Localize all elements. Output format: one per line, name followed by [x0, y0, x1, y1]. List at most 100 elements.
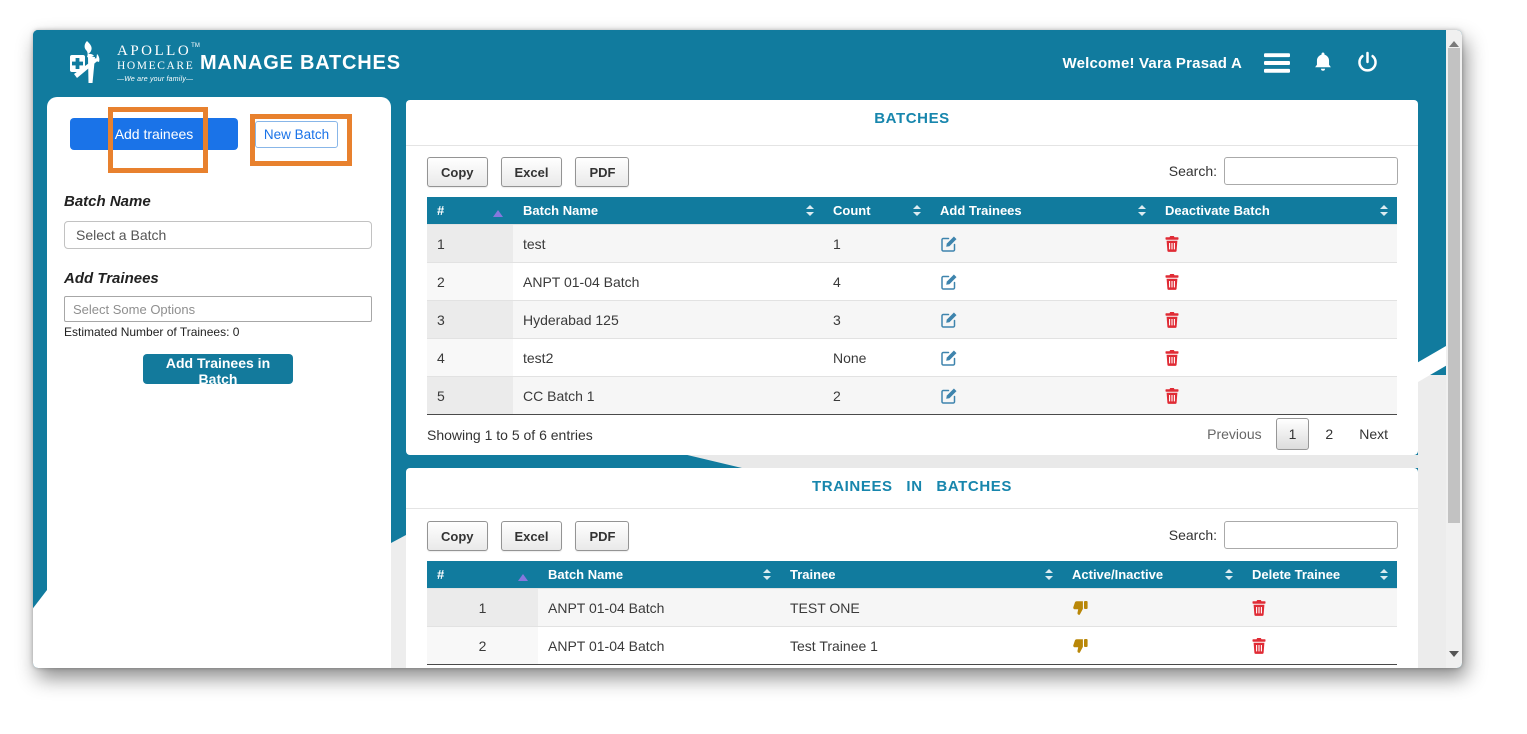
logo-text: APOLLOTM HOMECARE —We are your family— [117, 43, 200, 83]
trainees-input[interactable] [64, 296, 372, 322]
trash-icon[interactable] [1165, 388, 1179, 404]
trainees-title: TRAINEES IN BATCHES [406, 478, 1418, 495]
vertical-scrollbar[interactable] [1446, 30, 1462, 668]
scroll-up-arrow-icon[interactable] [1449, 36, 1459, 47]
divider [406, 508, 1418, 509]
table-row: 1test1 [427, 225, 1397, 263]
table-header-row: #Batch NameTraineeActive/InactiveDelete … [427, 561, 1397, 589]
batches-table-info: Showing 1 to 5 of 6 entries [427, 427, 593, 443]
cell-count: 4 [823, 263, 930, 301]
table-row: 1ANPT 01-04 BatchTEST ONE [427, 589, 1397, 627]
pagination-page-1[interactable]: 1 [1276, 418, 1310, 450]
copy-button[interactable]: Copy [427, 157, 488, 187]
column-header-deactivate-batch[interactable]: Deactivate Batch [1155, 197, 1397, 225]
new-batch-button[interactable]: New Batch [255, 121, 338, 148]
batches-pagination: Previous12Next [1197, 418, 1398, 450]
trash-icon[interactable] [1165, 274, 1179, 290]
thumbs-down-icon[interactable] [1072, 600, 1089, 616]
table-cell [1242, 627, 1397, 665]
bell-icon[interactable] [1312, 51, 1334, 75]
cell-batch-name: ANPT 01-04 Batch [513, 263, 823, 301]
pagination-page-2[interactable]: 2 [1313, 419, 1345, 449]
cell-count: None [823, 339, 930, 377]
batches-search-input[interactable] [1224, 157, 1398, 185]
thumbs-down-icon[interactable] [1072, 638, 1089, 654]
pagination-previous[interactable]: Previous [1197, 419, 1271, 449]
cell-batch-name: test [513, 225, 823, 263]
sort-icon [1380, 197, 1389, 224]
excel-button[interactable]: Excel [501, 157, 563, 187]
sort-icon [1045, 561, 1054, 588]
batch-select[interactable]: Select a Batch [64, 221, 372, 249]
sort-icon [1225, 561, 1234, 588]
column-header-active-inactive[interactable]: Active/Inactive [1062, 561, 1242, 589]
sort-ascending-icon [493, 205, 503, 217]
trainees-table: #Batch NameTraineeActive/InactiveDelete … [427, 561, 1397, 665]
cell-batch-name: test2 [513, 339, 823, 377]
excel-button[interactable]: Excel [501, 521, 563, 551]
column-header-count[interactable]: Count [823, 197, 930, 225]
edit-icon[interactable] [940, 349, 958, 367]
table-cell [930, 301, 1155, 339]
column-header-batch-name[interactable]: Batch Name [513, 197, 823, 225]
table-cell [930, 339, 1155, 377]
column-header-batch-name[interactable]: Batch Name [538, 561, 780, 589]
pagination-next[interactable]: Next [1349, 419, 1398, 449]
trash-icon[interactable] [1165, 312, 1179, 328]
column-header-delete-trainee[interactable]: Delete Trainee [1242, 561, 1397, 589]
background-left-wedge [33, 585, 47, 668]
welcome-text: Welcome! Vara Prasad A [1063, 55, 1243, 72]
screenshot-stage: APOLLOTM HOMECARE —We are your family— M… [0, 0, 1527, 734]
edit-icon[interactable] [940, 273, 958, 291]
edit-icon[interactable] [940, 311, 958, 329]
trash-icon[interactable] [1252, 600, 1266, 616]
batch-name-label: Batch Name [64, 193, 151, 210]
add-trainees-button[interactable]: Add trainees [70, 118, 238, 150]
table-header-row: #Batch NameCountAdd TraineesDeactivate B… [427, 197, 1397, 225]
pdf-button[interactable]: PDF [575, 521, 629, 551]
column-header-add-trainees[interactable]: Add Trainees [930, 197, 1155, 225]
trainees-search-input[interactable] [1224, 521, 1398, 549]
copy-button[interactable]: Copy [427, 521, 488, 551]
batches-export-buttons: Copy Excel PDF [427, 157, 629, 187]
cell-trainee-name: TEST ONE [780, 589, 1062, 627]
search-label: Search: [1169, 163, 1217, 179]
add-trainees-in-batch-button[interactable]: Add Trainees in Batch [143, 354, 293, 384]
table-cell [1155, 377, 1397, 415]
table-row: 4test2None [427, 339, 1397, 377]
sort-ascending-icon [518, 569, 528, 581]
trainees-export-buttons: Copy Excel PDF [427, 521, 629, 551]
column-header-num[interactable]: # [427, 197, 513, 225]
menu-icon[interactable] [1264, 52, 1290, 74]
pdf-button[interactable]: PDF [575, 157, 629, 187]
table-cell [1155, 225, 1397, 263]
table-cell [1242, 589, 1397, 627]
header-right-cluster: Welcome! Vara Prasad A [1063, 30, 1380, 96]
add-trainees-label: Add Trainees [64, 270, 159, 287]
estimated-trainees-text: Estimated Number of Trainees: 0 [64, 325, 239, 339]
table-cell [930, 225, 1155, 263]
table-cell [930, 263, 1155, 301]
trash-icon[interactable] [1165, 236, 1179, 252]
edit-icon[interactable] [940, 387, 958, 405]
edit-icon[interactable] [940, 235, 958, 253]
logo-name: APOLLO [117, 43, 191, 59]
sort-icon [913, 197, 922, 224]
scrollbar-thumb[interactable] [1448, 48, 1460, 523]
table-cell [930, 377, 1155, 415]
table-cell [1155, 301, 1397, 339]
trash-icon[interactable] [1165, 350, 1179, 366]
batches-search: Search: [1169, 157, 1398, 185]
cell-row-number: 3 [427, 301, 513, 339]
trash-icon[interactable] [1252, 638, 1266, 654]
column-header-num[interactable]: # [427, 561, 538, 589]
column-header-trainee[interactable]: Trainee [780, 561, 1062, 589]
cell-row-number: 5 [427, 377, 513, 415]
apollo-homecare-logo: APOLLOTM HOMECARE —We are your family— [69, 40, 200, 86]
power-icon[interactable] [1356, 51, 1379, 75]
background-right-strip [1418, 375, 1446, 668]
cell-batch-name: CC Batch 1 [513, 377, 823, 415]
table-cell [1155, 339, 1397, 377]
scroll-down-arrow-icon[interactable] [1449, 651, 1459, 662]
background-diagonal-band [406, 455, 1418, 468]
